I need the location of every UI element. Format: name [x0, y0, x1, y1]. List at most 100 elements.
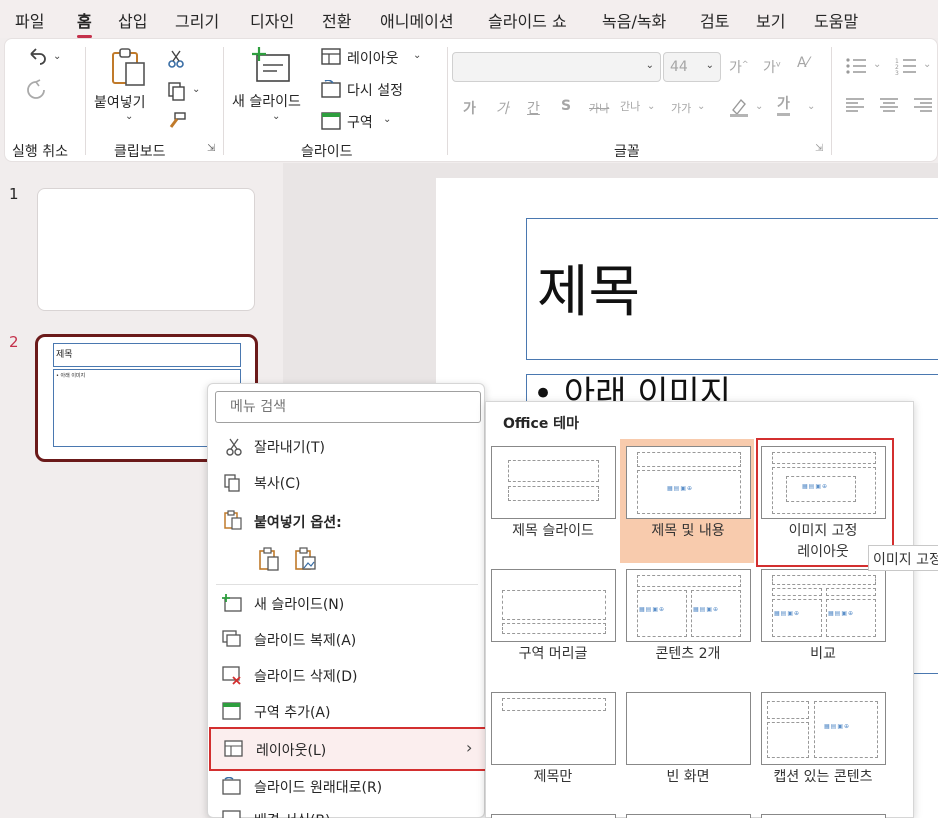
copy-icon[interactable] [167, 81, 187, 105]
tab-transitions[interactable]: 전환 [322, 8, 351, 32]
undo-icon[interactable] [25, 45, 47, 71]
change-case-button[interactable]: 가가 [671, 100, 691, 116]
copy-dropdown-chevron-icon[interactable]: ⌄ [192, 84, 200, 95]
paste-icon [224, 510, 242, 534]
layout-label: 캡션 있는 콘텐츠 [773, 769, 873, 785]
layout-comparison[interactable]: ▦▤▣⊕ ▦▤▣⊕ [761, 569, 886, 642]
menu-item-label: 잘라내기(T) [254, 440, 325, 456]
numbering-chevron-icon[interactable]: ⌄ [923, 59, 931, 70]
tab-file[interactable]: 파일 [15, 8, 44, 32]
section-icon[interactable] [321, 112, 341, 134]
layout-fixed-image[interactable]: ▦▤▣⊕ [761, 446, 886, 519]
menu-item-label: 새 슬라이드(N) [254, 597, 345, 613]
tab-home[interactable]: 홈 [77, 8, 92, 38]
layout-content-with-caption[interactable]: ▦▤▣⊕ [761, 692, 886, 765]
reset-slide-icon[interactable] [321, 79, 341, 102]
new-slide-dropdown-chevron-icon[interactable]: ⌄ [272, 111, 280, 122]
change-case-chevron-icon[interactable]: ⌄ [697, 101, 705, 112]
new-slide-button[interactable]: 새 슬라이드 [232, 91, 301, 111]
tab-animations[interactable]: 애니메이션 [380, 8, 454, 32]
font-size-chevron-icon[interactable]: ⌄ [706, 60, 714, 71]
undo-dropdown-chevron-icon[interactable]: ⌄ [53, 51, 61, 62]
shadow-button[interactable]: S [561, 98, 571, 114]
layout-more-2[interactable] [626, 814, 751, 818]
thumbnail-title-placeholder: 제목 [53, 343, 241, 367]
bullets-chevron-icon[interactable]: ⌄ [873, 59, 881, 70]
slide-title-placeholder[interactable]: 제목 [526, 218, 938, 360]
font-color-chevron-icon[interactable]: ⌄ [807, 101, 815, 112]
reset-slide-icon [222, 776, 242, 799]
character-spacing-button[interactable]: 간나 [620, 98, 640, 114]
tab-review[interactable]: 검토 [700, 8, 729, 32]
font-size-combobox[interactable]: 44 ⌄ [663, 52, 721, 82]
menu-item-label: 구역 추가(A) [254, 705, 331, 721]
increase-font-icon[interactable]: 가^ [729, 57, 749, 77]
paste-as-picture-icon[interactable] [294, 547, 316, 575]
font-color-icon[interactable]: 가 [777, 95, 790, 116]
clipboard-group: 붙여넣기 ⌄ ⌄ 클립보드 ⇲ [87, 39, 223, 161]
layout-more-3[interactable] [761, 814, 886, 818]
numbering-icon[interactable]: 123 [895, 57, 917, 79]
submenu-chevron-right-icon: › [466, 738, 473, 757]
character-spacing-chevron-icon[interactable]: ⌄ [647, 101, 655, 112]
tab-help[interactable]: 도움말 [814, 8, 858, 32]
slide-number-1: 1 [9, 185, 19, 203]
menu-item-label: 슬라이드 복제(A) [254, 633, 357, 649]
cut-icon[interactable] [167, 49, 185, 73]
layout-more-1[interactable] [491, 814, 616, 818]
layout-label: 제목만 [533, 769, 573, 785]
font-name-chevron-icon[interactable]: ⌄ [646, 60, 654, 71]
font-dialog-launcher-icon[interactable]: ⇲ [815, 143, 823, 154]
tab-draw[interactable]: 그리기 [175, 8, 219, 32]
layout-title-and-content[interactable]: ▦▤▣⊕ [626, 446, 751, 519]
tab-slideshow[interactable]: 슬라이드 쇼 [488, 8, 567, 32]
new-slide-icon[interactable] [251, 47, 291, 87]
reset-button[interactable]: 다시 설정 [347, 80, 403, 100]
layout-title-slide[interactable] [491, 446, 616, 519]
paste-icon[interactable] [109, 47, 149, 91]
clipboard-dialog-launcher-icon[interactable]: ⇲ [207, 143, 215, 154]
bold-button[interactable]: 가 [463, 98, 476, 118]
group-divider [447, 47, 448, 155]
undo-group: ⌄ 실행 취소 [5, 39, 83, 161]
content-placeholder-icons: ▦▤▣⊕ [639, 606, 666, 613]
align-left-icon[interactable] [845, 97, 865, 117]
tab-design[interactable]: 디자인 [250, 8, 294, 32]
italic-button[interactable]: 가 [496, 98, 509, 118]
redo-icon[interactable] [25, 79, 47, 105]
highlight-chevron-icon[interactable]: ⌄ [755, 101, 763, 112]
cut-icon [226, 438, 242, 460]
decrease-font-icon[interactable]: 가v [763, 57, 781, 77]
strikethrough-button[interactable]: 가나 [589, 100, 609, 116]
layout-button[interactable]: 레이아웃 [347, 48, 399, 68]
bullets-icon[interactable] [845, 57, 867, 79]
menu-item-label: 슬라이드 삭제(D) [254, 669, 358, 685]
slide-thumbnail-1[interactable] [37, 188, 255, 311]
font-name-combobox[interactable]: ⌄ [452, 52, 661, 82]
tab-insert[interactable]: 삽입 [118, 8, 147, 32]
layout-label: 콘텐츠 2개 [655, 646, 721, 662]
align-right-icon[interactable] [913, 97, 933, 117]
tab-record[interactable]: 녹음/녹화 [602, 8, 666, 32]
paste-use-destination-theme-icon[interactable] [258, 547, 280, 575]
section-button[interactable]: 구역 [347, 112, 373, 132]
section-dropdown-chevron-icon[interactable]: ⌄ [383, 114, 391, 125]
layout-title-only[interactable] [491, 692, 616, 765]
clear-formatting-icon[interactable]: A⁄ [797, 55, 809, 71]
layout-two-content[interactable]: ▦▤▣⊕ ▦▤▣⊕ [626, 569, 751, 642]
highlight-icon[interactable] [729, 96, 749, 122]
menu-item-layout[interactable]: 레이아웃(L) › [209, 727, 489, 771]
underline-button[interactable]: 간 [527, 98, 540, 118]
layout-section-header[interactable] [491, 569, 616, 642]
paste-button[interactable]: 붙여넣기 [94, 92, 146, 112]
section-icon [222, 702, 242, 724]
paste-dropdown-chevron-icon[interactable]: ⌄ [125, 111, 133, 122]
menu-search-input[interactable] [215, 391, 481, 423]
layout-blank[interactable] [626, 692, 751, 765]
align-center-icon[interactable] [879, 97, 899, 117]
tab-view[interactable]: 보기 [756, 8, 785, 32]
format-painter-icon[interactable] [167, 111, 187, 135]
layout-icon[interactable] [321, 48, 341, 70]
layout-dropdown-chevron-icon[interactable]: ⌄ [413, 50, 421, 61]
duplicate-slide-icon [222, 630, 242, 652]
